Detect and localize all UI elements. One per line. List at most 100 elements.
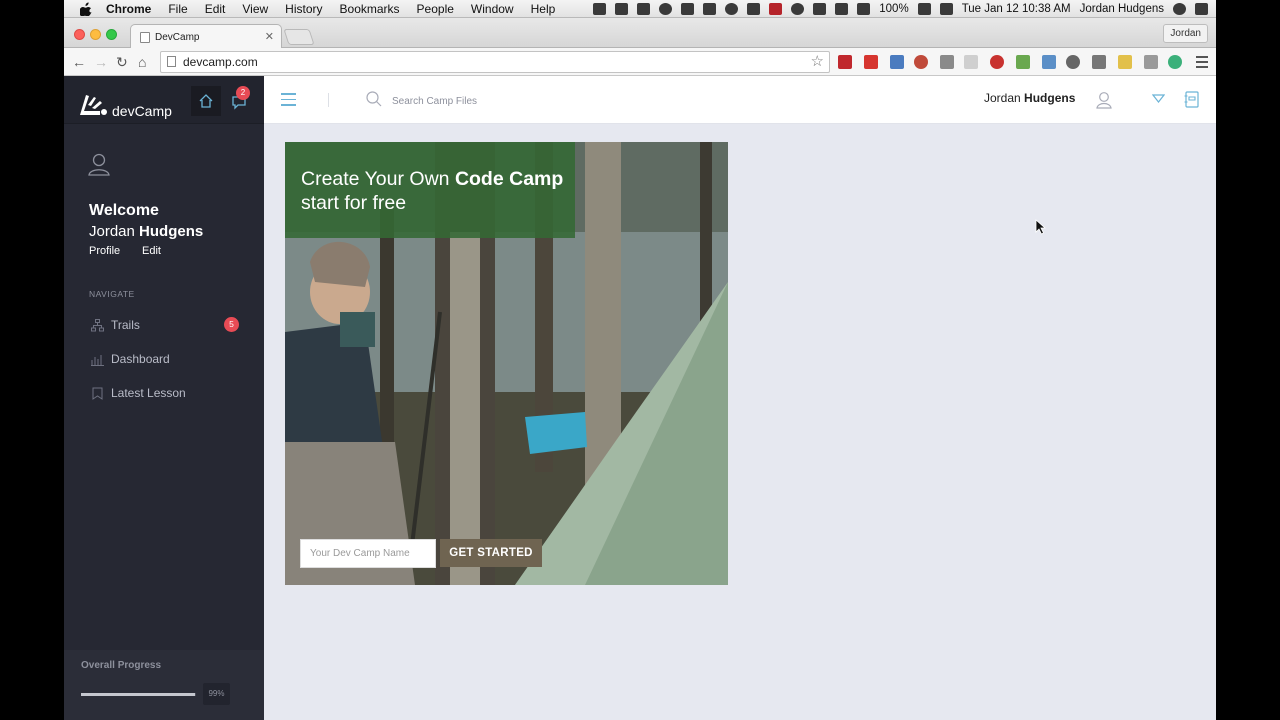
address-bar[interactable]: devcamp.com ☆ bbox=[160, 51, 830, 73]
apple-icon[interactable] bbox=[80, 2, 92, 16]
extension-icon-8[interactable] bbox=[1016, 55, 1030, 69]
menu-app-name[interactable]: Chrome bbox=[106, 2, 151, 16]
home-icon[interactable]: ⌂ bbox=[138, 54, 146, 70]
nav-heading: NAVIGATE bbox=[89, 289, 135, 299]
bluetooth-icon[interactable] bbox=[813, 3, 827, 15]
notification-center-icon[interactable] bbox=[1195, 3, 1208, 15]
menu-clock[interactable]: Tue Jan 12 10:38 AM bbox=[962, 3, 1071, 15]
bar-chart-icon bbox=[91, 355, 104, 366]
window-zoom-button[interactable] bbox=[106, 29, 117, 40]
menu-user[interactable]: Jordan Hudgens bbox=[1080, 3, 1164, 15]
cast-icon[interactable] bbox=[1092, 55, 1106, 69]
dropbox-icon[interactable] bbox=[593, 3, 607, 15]
eye-icon[interactable] bbox=[659, 3, 673, 15]
menu-people[interactable]: People bbox=[417, 2, 454, 16]
sidebar-item-latest-lesson[interactable]: Latest Lesson bbox=[89, 384, 239, 404]
hero-title-box: Create Your Own Code Camp start for free bbox=[285, 142, 575, 238]
browser-profile-button[interactable]: Jordan bbox=[1163, 24, 1208, 43]
extension-icon-1[interactable] bbox=[838, 55, 852, 69]
logo-text: devCamp bbox=[112, 103, 172, 119]
search-input[interactable] bbox=[392, 93, 592, 109]
grammarly-icon[interactable] bbox=[1168, 55, 1182, 69]
top-user-name[interactable]: Jordan Hudgens bbox=[984, 91, 1075, 105]
welcome-user-name: Jordan Hudgens bbox=[89, 223, 203, 240]
forward-arrow-icon[interactable]: → bbox=[94, 54, 108, 70]
browser-menu-icon[interactable] bbox=[1196, 56, 1208, 71]
back-arrow-icon[interactable]: ← bbox=[72, 54, 86, 70]
welcome-heading: Welcome bbox=[89, 202, 159, 219]
calendar-icon[interactable] bbox=[939, 3, 953, 15]
bookmark-icon bbox=[92, 387, 103, 400]
search-icon[interactable] bbox=[366, 91, 382, 107]
target-icon[interactable] bbox=[725, 3, 739, 15]
user-icon[interactable] bbox=[1096, 91, 1112, 109]
browser-toolbar: ← → ↻ ⌂ devcamp.com ☆ bbox=[64, 48, 1216, 76]
hero-card: Create Your Own Code Camp start for free… bbox=[285, 142, 728, 585]
get-started-button[interactable]: GET STARTED bbox=[440, 539, 542, 567]
extension-icon-3[interactable] bbox=[890, 55, 904, 69]
volume-icon[interactable] bbox=[857, 3, 871, 15]
sync-icon[interactable] bbox=[637, 3, 651, 15]
mac-menu-bar: Chrome File Edit View History Bookmarks … bbox=[64, 0, 1216, 18]
new-tab-button[interactable] bbox=[283, 29, 315, 45]
menu-bookmarks[interactable]: Bookmarks bbox=[340, 2, 400, 16]
evernote-icon[interactable] bbox=[615, 3, 629, 15]
wifi-icon[interactable] bbox=[835, 3, 849, 15]
menu-file[interactable]: File bbox=[168, 2, 187, 16]
mouse-cursor-icon bbox=[1035, 219, 1046, 235]
extension-icon-6[interactable] bbox=[964, 55, 978, 69]
hero-subtitle: start for free bbox=[301, 192, 407, 214]
menu-window[interactable]: Window bbox=[471, 2, 514, 16]
app-top-bar: Jordan Hudgens bbox=[264, 76, 1216, 124]
menu-edit[interactable]: Edit bbox=[205, 2, 226, 16]
sidebar-item-dashboard[interactable]: Dashboard bbox=[89, 350, 239, 370]
profile-link[interactable]: Profile bbox=[89, 245, 120, 257]
browser-tab-devcamp[interactable]: DevCamp ✕ bbox=[130, 24, 282, 49]
notebook-icon[interactable] bbox=[1184, 91, 1199, 108]
menu-history[interactable]: History bbox=[285, 2, 322, 16]
last-name: Hudgens bbox=[139, 223, 204, 240]
user-avatar-icon bbox=[88, 153, 110, 176]
sidebar-item-label: Dashboard bbox=[111, 352, 170, 366]
tab-close-icon[interactable]: ✕ bbox=[265, 30, 274, 43]
menu-view[interactable]: View bbox=[242, 2, 268, 16]
extension-icon-11[interactable] bbox=[1118, 55, 1132, 69]
time-machine-icon[interactable] bbox=[791, 3, 805, 15]
battery-icon[interactable] bbox=[917, 3, 931, 15]
spotlight-icon[interactable] bbox=[1173, 3, 1186, 15]
reload-icon[interactable]: ↻ bbox=[116, 54, 128, 71]
devcamp-logo-icon[interactable] bbox=[78, 91, 108, 117]
hamburger-menu-icon[interactable] bbox=[281, 93, 296, 110]
extension-icon-7[interactable] bbox=[990, 55, 1004, 69]
home-button[interactable] bbox=[191, 86, 221, 116]
sidebar-item-label: Latest Lesson bbox=[111, 386, 186, 400]
progress-bar bbox=[81, 693, 196, 696]
edit-profile-link[interactable]: Edit bbox=[142, 245, 161, 257]
bookmark-star-icon[interactable]: ☆ bbox=[811, 52, 824, 72]
cloud-icon[interactable] bbox=[703, 3, 717, 15]
browser-tab-strip: DevCamp ✕ Jordan bbox=[64, 18, 1216, 49]
progress-value: 99% bbox=[203, 683, 230, 705]
sidebar: devCamp 2 Welcome Jordan Hudgens Profile… bbox=[64, 76, 264, 720]
menu-help[interactable]: Help bbox=[531, 2, 556, 16]
sidebar-item-trails[interactable]: Trails 5 bbox=[89, 316, 239, 336]
sidebar-item-label: Trails bbox=[111, 318, 140, 332]
extension-icon-9[interactable] bbox=[1042, 55, 1056, 69]
home-icon bbox=[199, 94, 213, 108]
top-user-last: Hudgens bbox=[1024, 91, 1076, 105]
recorder-icon[interactable] bbox=[769, 3, 783, 15]
dropdown-triangle-icon[interactable] bbox=[1152, 94, 1165, 104]
menu-bar-tray: 100% Tue Jan 12 10:38 AM Jordan Hudgens bbox=[593, 0, 1208, 18]
extension-icon-4[interactable] bbox=[914, 55, 928, 69]
extension-icon-12[interactable] bbox=[1144, 55, 1158, 69]
extension-icon-5[interactable] bbox=[940, 55, 954, 69]
overall-progress: Overall Progress 99% bbox=[64, 650, 264, 720]
hero-title-prefix: Create Your Own bbox=[301, 168, 455, 190]
dev-camp-name-input[interactable] bbox=[300, 539, 436, 568]
grid-icon[interactable] bbox=[747, 3, 761, 15]
window-close-button[interactable] bbox=[74, 29, 85, 40]
extension-icon-10[interactable] bbox=[1066, 55, 1080, 69]
location-icon[interactable] bbox=[681, 3, 695, 15]
window-minimize-button[interactable] bbox=[90, 29, 101, 40]
extension-icon-2[interactable] bbox=[864, 55, 878, 69]
